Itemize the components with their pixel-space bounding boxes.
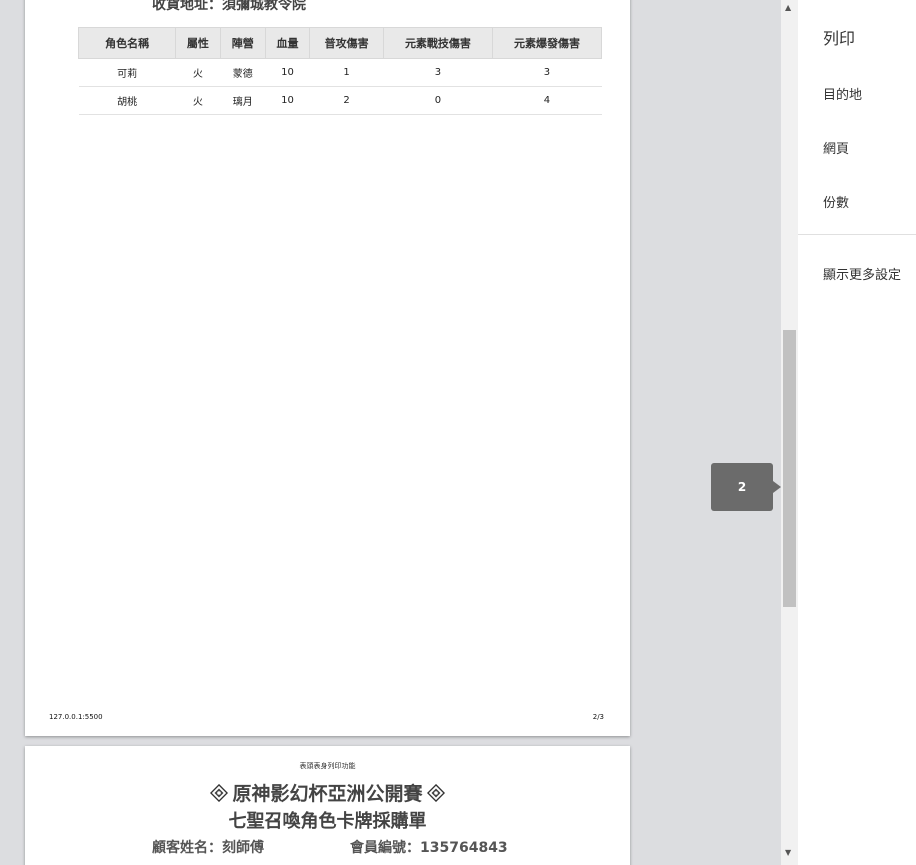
table-cell: 璃月 bbox=[220, 86, 266, 115]
print-dialog-title: 列印 bbox=[823, 29, 856, 48]
customer-name: 顧客姓名：刻師傅 bbox=[152, 840, 264, 856]
table-header-row: 角色名稱 屬性 陣營 血量 普攻傷害 元素戰技傷害 元素爆發傷害 bbox=[77, 27, 603, 59]
order-title: 原神影幻杯亞洲公開賽 bbox=[25, 779, 630, 806]
table-cell: 火 bbox=[175, 58, 221, 87]
page-footer-url: 127.0.0.1:5500 bbox=[49, 713, 103, 721]
destination-setting[interactable]: 目的地 bbox=[823, 84, 862, 103]
scroll-up-arrow-icon[interactable]: ▲ bbox=[785, 3, 791, 12]
print-preview-area[interactable]: 收貨地址：須彌城教令院 角色名稱 屬性 陣營 血量 普攻傷害 元素戰技傷害 元素… bbox=[0, 0, 781, 865]
table-cell: 火 bbox=[175, 86, 221, 115]
more-settings-toggle[interactable]: 顯示更多設定 bbox=[823, 264, 901, 283]
member-number: 會員編號：135764843 bbox=[350, 840, 508, 856]
table-cell: 10 bbox=[265, 58, 310, 87]
table-cell: 2 bbox=[309, 86, 384, 115]
table-cell: 3 bbox=[383, 58, 493, 87]
order-subtitle: 七聖召喚角色卡牌採購單 bbox=[228, 811, 427, 832]
column-header: 角色名稱 bbox=[77, 27, 177, 59]
column-header: 屬性 bbox=[175, 27, 221, 59]
character-card-table: 角色名稱 屬性 陣營 血量 普攻傷害 元素戰技傷害 元素爆發傷害 可莉 火 蒙德… bbox=[77, 27, 603, 115]
preview-page-3: 表頭表身列印功能 原神影幻杯亞洲公開賽 七聖召喚角色卡牌採購單 顧客姓名：刻師傅… bbox=[25, 746, 630, 865]
column-header: 元素戰技傷害 bbox=[382, 27, 493, 59]
table-cell: 3 bbox=[492, 58, 602, 87]
pages-setting[interactable]: 網頁 bbox=[823, 138, 849, 157]
column-header: 元素爆發傷害 bbox=[491, 27, 603, 59]
preview-scrollbar[interactable]: ▲ ▼ bbox=[781, 0, 798, 865]
table-cell: 10 bbox=[265, 86, 310, 115]
column-header: 陣營 bbox=[219, 27, 266, 59]
order-title-text: 原神影幻杯亞洲公開賽 bbox=[232, 783, 423, 805]
settings-divider bbox=[798, 234, 916, 235]
diamond-ornament-icon bbox=[426, 783, 445, 802]
page-header-note: 表頭表身列印功能 bbox=[299, 762, 356, 770]
column-header: 血量 bbox=[264, 27, 311, 59]
preview-page-2: 收貨地址：須彌城教令院 角色名稱 屬性 陣營 血量 普攻傷害 元素戰技傷害 元素… bbox=[25, 0, 630, 736]
table-cell: 1 bbox=[309, 58, 384, 87]
scrollbar-thumb[interactable] bbox=[783, 330, 796, 607]
table-cell: 可莉 bbox=[78, 58, 176, 87]
scroll-down-arrow-icon[interactable]: ▼ bbox=[785, 848, 791, 857]
diamond-ornament-icon bbox=[210, 783, 229, 802]
copies-setting[interactable]: 份數 bbox=[823, 192, 849, 211]
table-cell: 4 bbox=[492, 86, 602, 115]
page-number-tooltip: 2 bbox=[711, 463, 781, 511]
shipping-address: 收貨地址：須彌城教令院 bbox=[152, 0, 306, 13]
print-settings-panel: 列印 目的地 網頁 份數 顯示更多設定 bbox=[798, 0, 916, 865]
table-row: 胡桃 火 璃月 10 2 0 4 bbox=[78, 86, 602, 115]
table-cell: 0 bbox=[383, 86, 493, 115]
column-header: 普攻傷害 bbox=[309, 27, 384, 59]
page-footer-number: 2/3 bbox=[592, 713, 604, 721]
table-row: 可莉 火 蒙德 10 1 3 3 bbox=[78, 58, 602, 87]
table-cell: 蒙德 bbox=[220, 58, 266, 87]
table-cell: 胡桃 bbox=[78, 86, 176, 115]
